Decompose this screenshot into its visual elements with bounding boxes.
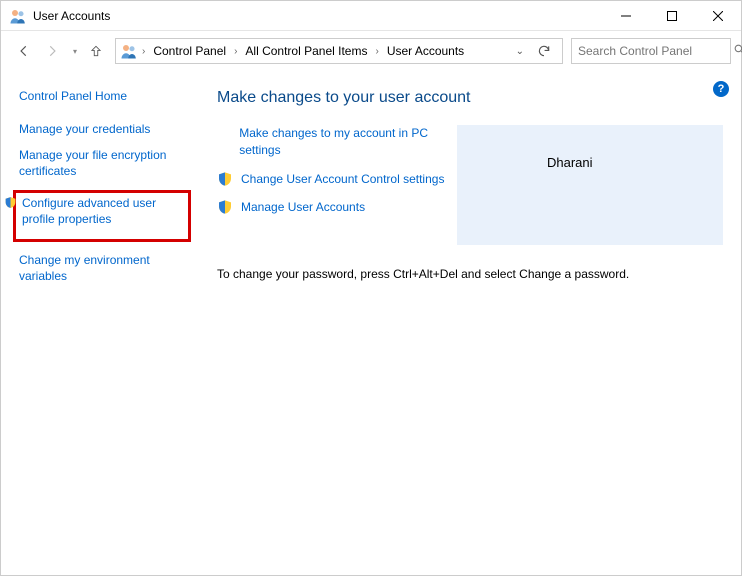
shield-icon [217,171,233,187]
refresh-button[interactable] [534,44,554,58]
password-note: To change your password, press Ctrl+Alt+… [217,267,723,281]
up-button[interactable] [85,40,107,62]
search-input[interactable] [578,44,733,58]
env-variables-link[interactable]: Change my environment variables [19,252,201,284]
address-bar[interactable]: › Control Panel › All Control Panel Item… [115,38,563,64]
breadcrumb-separator-icon: › [373,46,380,57]
address-icon [120,42,138,60]
help-icon[interactable]: ? [713,81,729,97]
window-title: User Accounts [33,9,603,23]
recent-locations-button[interactable]: ▾ [67,47,83,56]
pc-settings-link[interactable]: Make changes to my account in PC setting… [239,125,447,159]
breadcrumb-root[interactable]: Control Panel [149,44,230,58]
breadcrumb-level2[interactable]: User Accounts [383,44,468,58]
manage-accounts-link[interactable]: Manage User Accounts [241,199,365,216]
control-panel-home-link[interactable]: Control Panel Home [19,89,201,103]
advanced-profile-link[interactable]: Configure advanced user profile properti… [22,195,184,227]
minimize-button[interactable] [603,1,649,31]
sidebar: Control Panel Home Manage your credentia… [1,71,211,577]
title-bar: User Accounts [1,1,741,31]
user-accounts-icon [9,7,27,25]
highlighted-item: Configure advanced user profile properti… [13,190,191,242]
close-button[interactable] [695,1,741,31]
maximize-button[interactable] [649,1,695,31]
back-button[interactable] [11,38,37,64]
breadcrumb-separator-icon: › [140,46,147,57]
page-heading: Make changes to your user account [217,89,723,107]
manage-encryption-link[interactable]: Manage your file encryption certificates [19,147,201,179]
address-dropdown-icon[interactable]: ⌄ [516,46,524,57]
content-area: ? Make changes to your user account Make… [211,71,741,577]
uac-settings-link[interactable]: Change User Account Control settings [241,171,444,188]
account-card: Dharani [457,125,723,245]
breadcrumb-separator-icon: › [232,46,239,57]
toolbar: ▾ › Control Panel › All Control Panel It… [1,31,741,71]
search-icon [733,43,742,59]
search-box[interactable] [571,38,731,64]
account-name: Dharani [547,155,713,170]
shield-icon [4,196,18,209]
manage-credentials-link[interactable]: Manage your credentials [19,121,201,137]
shield-icon [217,199,233,215]
breadcrumb-level1[interactable]: All Control Panel Items [241,44,371,58]
forward-button[interactable] [39,38,65,64]
